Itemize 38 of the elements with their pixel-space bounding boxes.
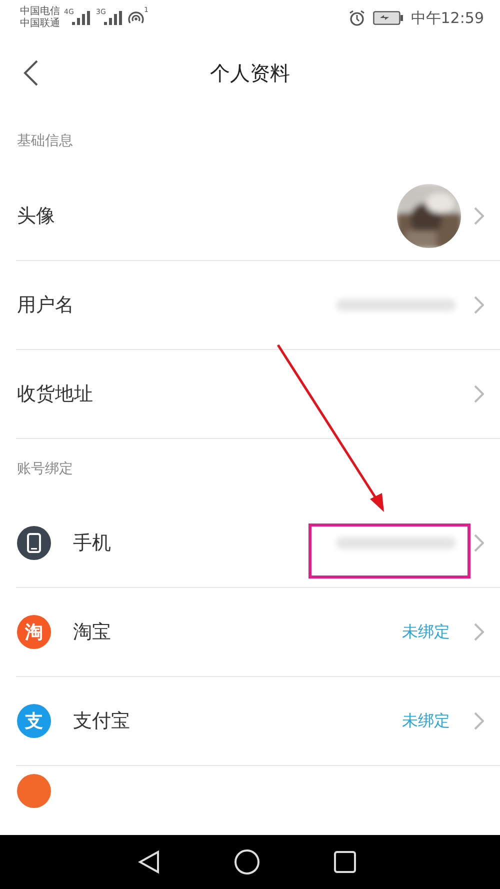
chevron-icon: [474, 534, 484, 552]
hotspot-icon: [128, 11, 144, 25]
clock-time: 中午12:59: [410, 8, 484, 28]
row-label: 手机: [73, 531, 112, 556]
battery-icon: [372, 11, 403, 25]
row-label: 用户名: [17, 293, 75, 318]
chevron-icon: [474, 385, 484, 403]
row-label: 支付宝: [73, 709, 131, 734]
carrier-name: 中国联通: [20, 18, 60, 30]
chevron-icon: [474, 207, 484, 225]
list-row[interactable]: 手机: [16, 499, 500, 588]
list-row[interactable]: 用户名: [16, 261, 500, 350]
app-logo-icon: 支: [17, 704, 51, 738]
chevron-icon: [474, 712, 484, 730]
back-icon: [23, 60, 39, 86]
triangle-icon: [138, 850, 160, 874]
chevron-icon: [474, 296, 484, 314]
carrier-name: 中国电信: [20, 6, 60, 18]
list-row[interactable]: 淘 淘宝 未绑定: [16, 588, 500, 677]
row-label: 头像: [17, 204, 56, 229]
row-label: 收货地址: [17, 382, 94, 407]
list-row[interactable]: 支 支付宝 未绑定: [16, 677, 500, 766]
square-icon: [334, 851, 356, 873]
section-header: 基础信息: [17, 132, 73, 150]
list-row[interactable]: 头像: [16, 172, 500, 261]
chevron-icon: [474, 623, 484, 641]
app-logo-icon: 淘: [17, 615, 51, 649]
binding-status: 未绑定: [402, 710, 450, 732]
list-row[interactable]: 收货地址: [16, 350, 500, 439]
circle-icon: [234, 849, 260, 875]
back-button[interactable]: [138, 850, 160, 874]
row-label: 淘宝: [73, 620, 112, 645]
recents-button[interactable]: [334, 851, 356, 873]
binding-status: 未绑定: [402, 622, 450, 642]
section-header: 账号绑定: [17, 460, 73, 478]
page-title: 个人资料: [210, 60, 290, 86]
home-button[interactable]: [234, 849, 260, 875]
alarm-icon: [348, 10, 365, 26]
